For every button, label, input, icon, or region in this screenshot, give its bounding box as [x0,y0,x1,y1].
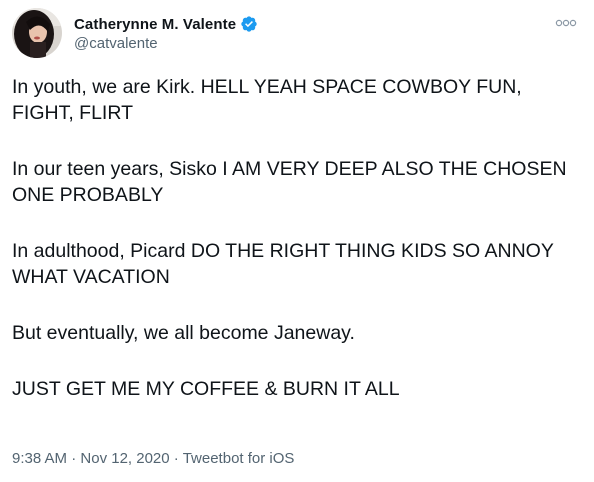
verified-badge-icon [240,15,258,33]
name-row: Catherynne M. Valente [74,14,258,34]
tweet-paragraph: In youth, we are Kirk. HELL YEAH SPACE C… [12,76,522,124]
tweet-date[interactable]: Nov 12, 2020 [80,450,169,467]
tweet-meta: 9:38 AM · Nov 12, 2020 · Tweetbot for iO… [12,450,294,467]
author-block: Catherynne M. Valente @catvalente [74,14,258,52]
more-options-icon[interactable] [554,16,578,30]
tweet: Catherynne M. Valente @catvalente In you… [0,0,594,482]
tweet-paragraph: JUST GET ME MY COFFEE & BURN IT ALL [12,378,400,400]
author-display-name[interactable]: Catherynne M. Valente [74,16,236,33]
meta-separator: · [173,450,179,467]
meta-separator: · [71,450,77,467]
tweet-text: In youth, we are Kirk. HELL YEAH SPACE C… [12,74,584,432]
tweet-time[interactable]: 9:38 AM [12,450,67,467]
tweet-header: Catherynne M. Valente @catvalente [12,8,582,64]
tweet-paragraph: In our teen years, Sisko I AM VERY DEEP … [12,158,567,206]
avatar[interactable] [12,8,62,58]
tweet-paragraph: But eventually, we all become Janeway. [12,322,355,344]
author-handle[interactable]: @catvalente [74,35,258,52]
tweet-paragraph: In adulthood, Picard DO THE RIGHT THING … [12,240,554,288]
tweet-source[interactable]: Tweetbot for iOS [183,450,295,467]
